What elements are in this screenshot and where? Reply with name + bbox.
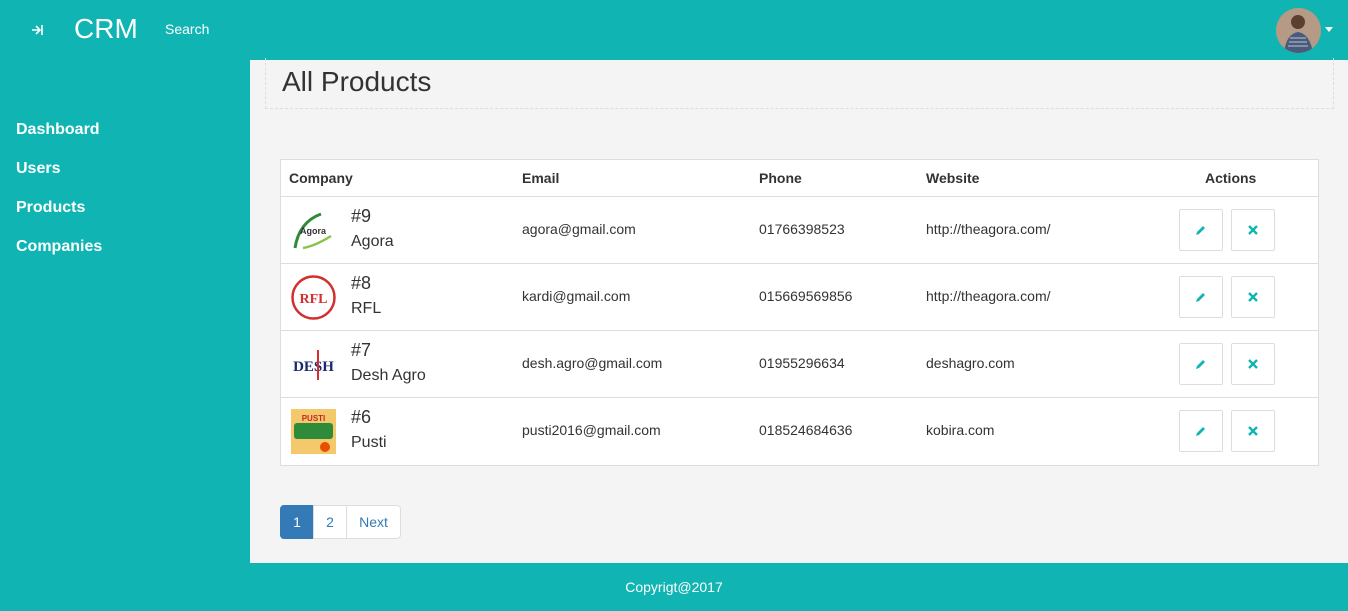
row-website: http://theagora.com/ <box>926 221 1051 237</box>
row-website: kobira.com <box>926 422 995 438</box>
row-website: deshagro.com <box>926 355 1015 371</box>
top-navbar: CRM Search <box>0 0 1348 60</box>
main-content: All Products Company Email Phone Website… <box>250 58 1348 563</box>
sidebar: Dashboard Users Products Companies <box>0 60 250 563</box>
pencil-icon <box>1196 226 1205 235</box>
close-icon <box>1248 426 1258 436</box>
page-2-button[interactable]: 2 <box>313 505 347 539</box>
delete-button[interactable] <box>1231 343 1275 385</box>
row-phone: 018524684636 <box>759 422 853 438</box>
chevron-down-icon[interactable] <box>1325 27 1333 32</box>
page-header: All Products <box>265 58 1334 109</box>
sidebar-item-products[interactable]: Products <box>16 199 85 217</box>
company-name: Pusti <box>351 434 387 451</box>
row-website: http://theagora.com/ <box>926 288 1051 304</box>
row-id: #7 <box>351 340 372 360</box>
logo-text: DESH <box>293 359 334 375</box>
company-name: Agora <box>351 233 394 250</box>
page-1-button[interactable]: 1 <box>280 505 314 539</box>
edit-button[interactable] <box>1179 209 1223 251</box>
column-header-company: Company <box>289 170 353 186</box>
row-phone: 01766398523 <box>759 221 845 237</box>
row-id: #8 <box>351 273 372 293</box>
row-phone: 015669569856 <box>759 288 853 304</box>
row-email: desh.agro@gmail.com <box>522 355 663 371</box>
company-logo: DESH <box>291 342 336 387</box>
products-table: Company Email Phone Website Actions Agor… <box>280 159 1319 466</box>
column-header-actions: Actions <box>1205 170 1257 186</box>
menu-toggle-icon[interactable] <box>28 20 48 40</box>
row-email: agora@gmail.com <box>522 221 636 237</box>
row-phone: 01955296634 <box>759 355 845 371</box>
sidebar-item-companies[interactable]: Companies <box>16 238 102 256</box>
table-row: Agora #9 Agora agora@gmail.com 017663985… <box>281 197 1318 264</box>
close-icon <box>1248 359 1258 369</box>
close-icon <box>1248 292 1258 302</box>
sidebar-item-users[interactable]: Users <box>16 160 60 178</box>
table-row: DESH #7 Desh Agro desh.agro@gmail.com 01… <box>281 331 1318 398</box>
edit-button[interactable] <box>1179 410 1223 452</box>
row-id: #9 <box>351 206 372 226</box>
delete-button[interactable] <box>1231 209 1275 251</box>
row-email: pusti2016@gmail.com <box>522 422 661 438</box>
row-id: #6 <box>351 407 372 427</box>
footer: Copyrigt@2017 <box>0 563 1348 611</box>
logo-text: Agora <box>300 226 327 236</box>
company-name: RFL <box>351 300 382 317</box>
column-header-website: Website <box>926 170 980 186</box>
column-header-phone: Phone <box>759 170 802 186</box>
copyright-text: Copyrigt@2017 <box>625 579 723 595</box>
search-link[interactable]: Search <box>165 21 209 37</box>
pencil-icon <box>1196 427 1205 436</box>
table-row: RFL #8 RFL kardi@gmail.com 015669569856 … <box>281 264 1318 331</box>
column-header-email: Email <box>522 170 560 186</box>
next-page-button[interactable]: Next <box>346 505 401 539</box>
pencil-icon <box>1196 293 1205 302</box>
page-title: All Products <box>282 66 432 97</box>
row-email: kardi@gmail.com <box>522 288 631 304</box>
delete-button[interactable] <box>1231 410 1275 452</box>
pagination: 1 2 Next <box>280 505 401 539</box>
company-logo: RFL <box>291 275 336 320</box>
edit-button[interactable] <box>1179 343 1223 385</box>
close-icon <box>1248 225 1258 235</box>
table-header: Company Email Phone Website Actions <box>281 160 1318 197</box>
table-row: PUSTI #6 Pusti pusti2016@gmail.com 01852… <box>281 398 1318 465</box>
brand-logo[interactable]: CRM <box>74 13 138 45</box>
company-logo: Agora <box>291 208 336 253</box>
company-name: Desh Agro <box>351 367 426 384</box>
avatar[interactable] <box>1276 8 1321 53</box>
company-logo: PUSTI <box>291 409 336 454</box>
logo-text: RFL <box>300 292 328 307</box>
edit-button[interactable] <box>1179 276 1223 318</box>
pencil-icon <box>1196 360 1205 369</box>
delete-button[interactable] <box>1231 276 1275 318</box>
sidebar-item-dashboard[interactable]: Dashboard <box>16 121 100 139</box>
logo-text: PUSTI <box>302 414 326 423</box>
